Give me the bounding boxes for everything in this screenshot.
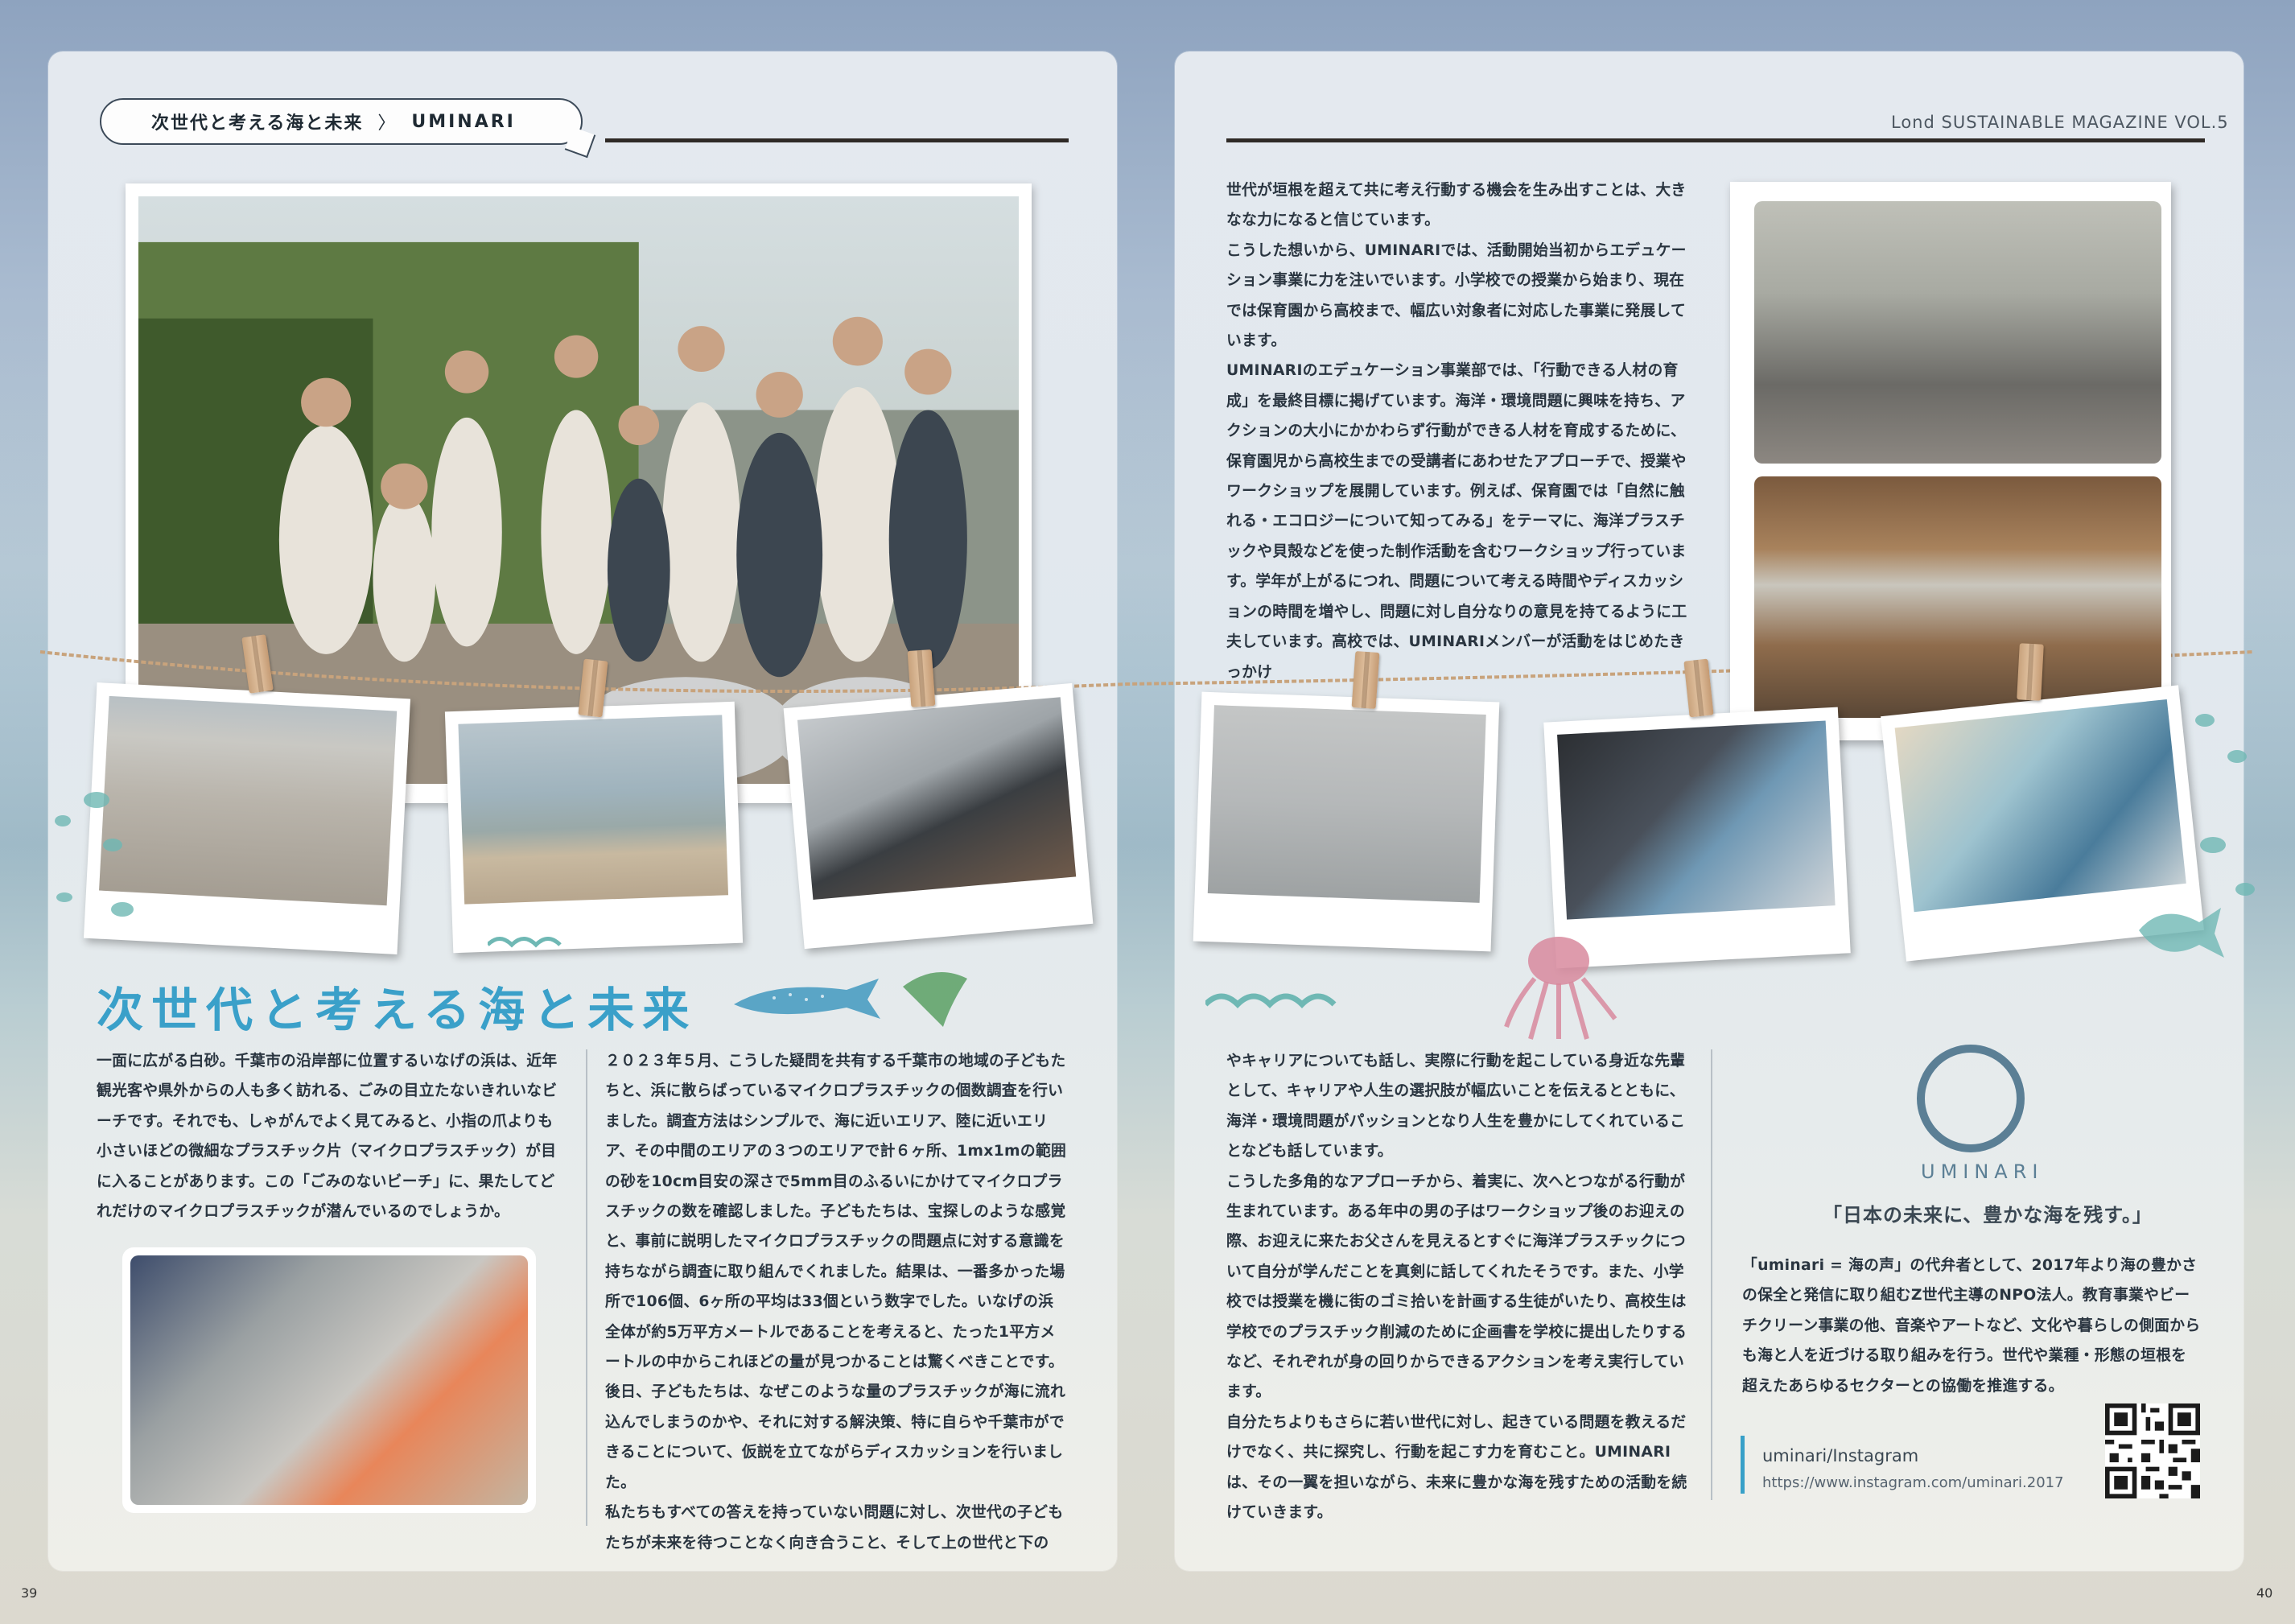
paragraph: 世代が垣根を超えて共に考え行動する機会を生み出すことは、大きなな力になると信じて… (1226, 182, 1687, 229)
breadcrumb-current: UMINARI (411, 111, 516, 132)
logo-wordmark: UMINARI (1921, 1160, 2044, 1183)
header-rule-left (605, 138, 1069, 142)
paragraph: 後日、子どもたちは、なぜこのような量のプラスチックが海に流れ込んでしまうのかや、… (605, 1383, 1066, 1491)
photo-beach-horizon (444, 701, 744, 954)
instagram-link[interactable]: https://www.instagram.com/uminari.2017 (1762, 1474, 2064, 1491)
wave-icon (1205, 993, 1337, 1008)
magazine-title: Lond SUSTAINABLE MAGAZINE VOL.5 (1891, 113, 2229, 132)
photo-jars (1193, 691, 1500, 952)
instagram-label[interactable]: uminari/Instagram (1762, 1446, 1918, 1465)
manta-ray-icon (903, 972, 967, 1027)
org-description: 「uminari = 海の声」の代弁者として、2017年より海の豊かさの保全と発… (1742, 1251, 2201, 1401)
body-text-right-bottom: やキャリアについても話し、実際に行動を起こしている身近な先輩として、キャリアや人… (1226, 1046, 1693, 1528)
paragraph: ２０２３年５月、こうした疑問を共有する千葉市の地域の子どもたちと、浜に散らばって… (605, 1053, 1067, 1371)
photo-classroom (1754, 201, 2161, 464)
page-number-right: 40 (2256, 1585, 2273, 1601)
body-text-left-col1: 一面に広がる白砂。千葉市の沿岸部に位置するいなげの浜は、近年観光客や県外からの人… (97, 1046, 563, 1226)
octopus-icon (1504, 937, 1617, 1040)
paragraph: UMINARIのエデュケーション事業部では、「行動できる人材の育成」を最終目標に… (1226, 362, 1687, 681)
uminari-logo-icon (1917, 1045, 2025, 1152)
paragraph: 一面に広がる白砂。千葉市の沿岸部に位置するいなげの浜は、近年観光客や県外からの人… (97, 1053, 558, 1221)
body-text-left-col2: ２０２３年５月、こうした疑問を共有する千葉市の地域の子どもたちと、浜に散らばって… (605, 1046, 1069, 1558)
paragraph: 自分たちよりもさらに若い世代に対し、起きている問題を教えるだけでなく、共に探究し… (1226, 1413, 1687, 1522)
photo-classroom-frame (1730, 182, 2171, 740)
clothespin-icon (907, 649, 936, 707)
wave-icon (488, 937, 562, 948)
bubbles-icon (55, 792, 134, 917)
photo-sieve (783, 682, 1094, 950)
paragraph: 「uminari = 海の声」の代弁者として、2017年より海の豊かさの保全と発… (1742, 1257, 2201, 1395)
column-divider (586, 1049, 587, 1526)
paragraph: 私たちもすべての答えを持っていない問題に対し、次世代の子どもたちが未来を待つこと… (605, 1504, 1064, 1552)
article-heading: 次世代と考える海と未来 (97, 983, 698, 1037)
paragraph: こうした多角的なアプローチから、着実に、次へとつながる行動が生まれています。ある… (1226, 1173, 1687, 1401)
instagram-accent-bar (1741, 1436, 1745, 1494)
photo-gymnasium (1754, 476, 2161, 718)
whale-shark-icon (734, 979, 880, 1019)
paragraph: こうした想いから、UMINARIでは、活動開始当初からエデュケーション事業に力を… (1226, 241, 1687, 350)
breadcrumb-section[interactable]: 次世代と考える海と未来 (151, 109, 363, 134)
breadcrumb[interactable]: 次世代と考える海と未来 〉 UMINARI (100, 98, 596, 159)
photo-child-craft (1543, 707, 1851, 969)
page-number-left: 39 (21, 1585, 38, 1601)
photo-kids-survey (122, 1247, 536, 1513)
qr-code-icon[interactable] (2105, 1403, 2200, 1498)
bubbles-icon (2195, 714, 2255, 896)
body-text-right-top: 世代が垣根を超えて共に考え行動する機会を生み出すことは、大きなな力になると信じて… (1226, 175, 1693, 687)
clothespin-icon (2017, 643, 2044, 701)
paragraph: やキャリアについても話し、実際に行動を起こしている身近な先輩として、キャリアや人… (1226, 1053, 1686, 1160)
org-tagline: 「日本の未来に、豊かな海を残す。」 (1823, 1204, 2153, 1226)
breadcrumb-separator-icon: 〉 (377, 113, 398, 134)
header-rule-right (1226, 138, 2205, 142)
column-divider (1711, 1049, 1712, 1500)
